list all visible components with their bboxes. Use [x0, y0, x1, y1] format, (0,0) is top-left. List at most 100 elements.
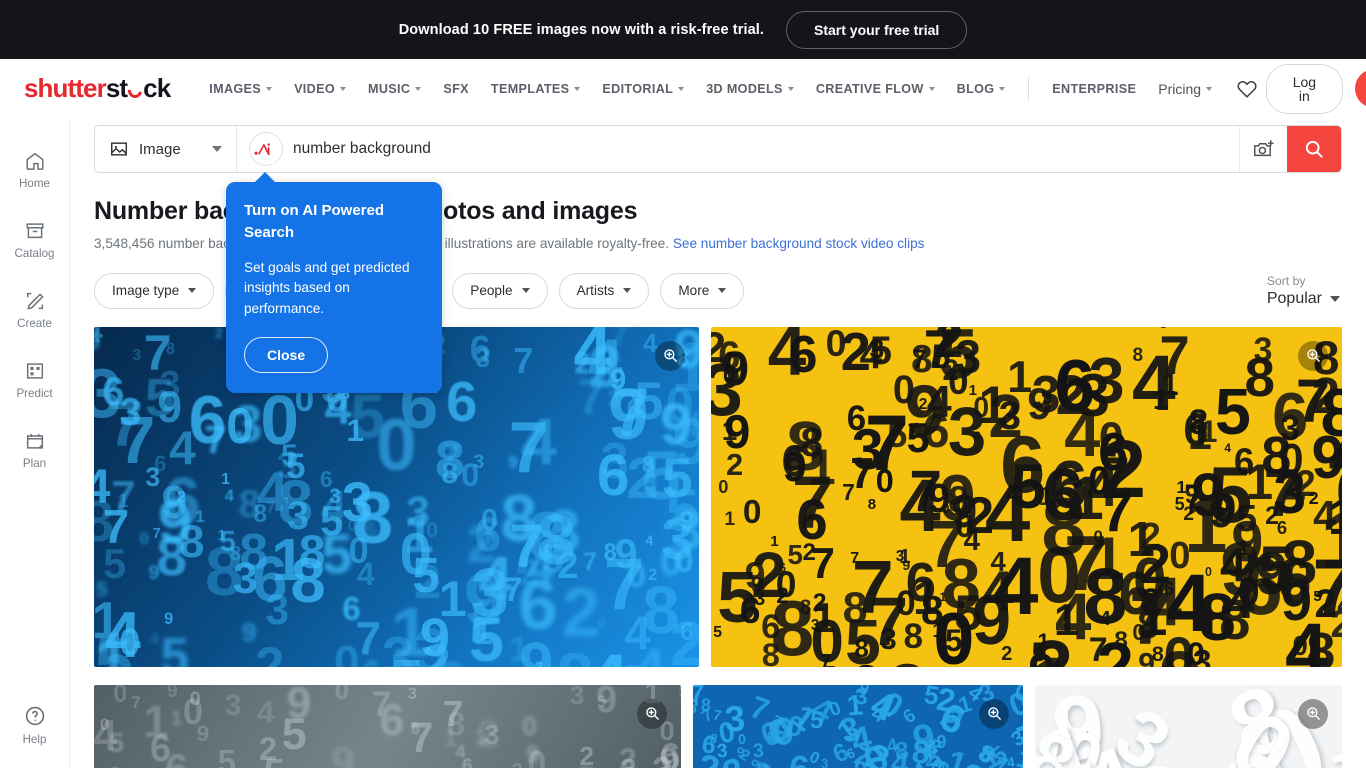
- sidebar-item-label: Plan: [22, 457, 47, 470]
- ai-search-tooltip: Turn on AI Powered Search Set goals and …: [226, 171, 442, 394]
- magnify-plus-icon: [645, 707, 659, 720]
- chevron-down-icon: [1330, 295, 1340, 302]
- nav-item-3d-models[interactable]: 3D MODELS: [695, 82, 805, 96]
- filter-label: Image type: [112, 283, 180, 298]
- nav-item-pricing[interactable]: Pricing: [1147, 81, 1223, 97]
- tile-pattern: 0081619566688356043431930349546477040986…: [711, 326, 1342, 667]
- favorites-button[interactable]: [1233, 72, 1260, 106]
- sidebar-item-catalog[interactable]: Catalog: [0, 220, 70, 260]
- nav-item-label: TEMPLATES: [490, 81, 570, 96]
- nav-item-label: ENTERPRISE: [1052, 81, 1137, 96]
- nav-items: IMAGES VIDEO MUSIC SFX TEMPLATES EDITORI…: [198, 82, 1016, 96]
- nav-item-blog[interactable]: BLOG: [946, 82, 1017, 96]
- sidebar-item-label: Home: [19, 177, 50, 190]
- search-type-label: Image: [139, 140, 181, 158]
- magnify-plus-icon: [1306, 349, 1320, 362]
- nav-item-label: BLOG: [956, 81, 995, 96]
- ai-powered-icon: [254, 143, 270, 156]
- nav-item-label: VIDEO: [294, 81, 336, 96]
- tooltip-title: Turn on AI Powered Search: [244, 202, 385, 241]
- result-tile-gray-numbers[interactable]: 0841812170945850315104830589529709704990…: [94, 684, 681, 768]
- left-sidebar: Home Catalog Create Predict Plan Help: [0, 118, 70, 768]
- result-tile-white-numbers[interactable]: 0998255968009203283858476553680484: [1035, 684, 1342, 768]
- nav-item-sfx[interactable]: SFX: [432, 82, 480, 96]
- filter-label: More: [678, 283, 710, 298]
- sidebar-item-plan[interactable]: Plan: [0, 430, 70, 470]
- search-bar: Image: [94, 125, 1342, 173]
- start-free-trial-button[interactable]: Start your free trial: [786, 10, 968, 49]
- sidebar-item-label: Create: [17, 317, 52, 330]
- sidebar-item-label: Help: [22, 733, 47, 746]
- logo-o-icon: [125, 80, 145, 101]
- tile-zoom-button[interactable]: [1298, 340, 1328, 371]
- chevron-down-icon: [718, 288, 727, 294]
- tooltip-close-button[interactable]: Close: [244, 337, 329, 374]
- search-type-dropdown[interactable]: Image: [95, 126, 237, 172]
- magnify-plus-icon: [1306, 707, 1320, 720]
- filter-label: Artists: [576, 283, 615, 298]
- results-grid-row-2: 0841812170945850315104830589529709704990…: [94, 684, 1342, 768]
- tile-zoom-button[interactable]: [1298, 698, 1328, 729]
- camera-plus-icon: [1253, 140, 1274, 157]
- free-trial-button[interactable]: Free t: [1354, 69, 1366, 108]
- filter-people[interactable]: People: [452, 273, 548, 309]
- result-tile-yellow-numbers[interactable]: 0081619566688356043431930349546477040986…: [711, 326, 1342, 667]
- catalog-icon: [25, 223, 44, 239]
- promo-banner: Download 10 FREE images now with a risk-…: [0, 0, 1366, 59]
- tile-zoom-button[interactable]: [637, 698, 667, 729]
- sort-control: Sort by Popular: [1267, 274, 1342, 308]
- nav-item-video[interactable]: VIDEO: [283, 82, 357, 96]
- sort-by-label: Sort by: [1266, 273, 1306, 288]
- chevron-down-icon: [999, 86, 1006, 91]
- sidebar-item-predict[interactable]: Predict: [0, 360, 70, 400]
- nav-item-music[interactable]: MUSIC: [357, 82, 432, 96]
- chevron-down-icon: [415, 86, 422, 91]
- nav-item-images[interactable]: IMAGES: [198, 82, 283, 96]
- filter-artists[interactable]: Artists: [558, 273, 650, 309]
- nav-item-label: MUSIC: [368, 81, 411, 96]
- filter-more[interactable]: More: [660, 273, 745, 309]
- filter-image-type[interactable]: Image type: [94, 273, 215, 309]
- ai-search-toggle-button[interactable]: [249, 132, 283, 166]
- sidebar-item-home[interactable]: Home: [0, 150, 70, 190]
- login-button[interactable]: Log in: [1266, 63, 1343, 114]
- video-clips-link[interactable]: See number background stock video clips: [673, 236, 925, 251]
- chevron-down-icon: [212, 146, 222, 152]
- tile-pattern: 0998255968009203283858476553680484: [1035, 684, 1342, 768]
- sort-dropdown[interactable]: Popular: [1267, 290, 1340, 308]
- nav-item-enterprise[interactable]: ENTERPRISE: [1041, 82, 1147, 96]
- sidebar-item-label: Catalog: [14, 247, 55, 260]
- nav-divider: [1028, 75, 1030, 102]
- nav-item-editorial[interactable]: EDITORIAL: [591, 82, 695, 96]
- magnify-plus-icon: [987, 707, 1001, 720]
- sidebar-item-label: Predict: [16, 387, 53, 400]
- sort-value-label: Popular: [1266, 289, 1322, 307]
- help-circle-icon: [25, 706, 44, 726]
- main-navbar: shutter st ck IMAGES VIDEO MUSIC SFX TEMPL…: [0, 59, 1366, 118]
- create-pencil-icon: [26, 292, 44, 310]
- visual-search-button[interactable]: [1239, 126, 1287, 172]
- sidebar-item-help[interactable]: Help: [0, 704, 70, 746]
- sidebar-item-create[interactable]: Create: [0, 290, 70, 330]
- search-submit-button[interactable]: [1287, 126, 1341, 172]
- tooltip-body: Set goals and get predicted insights bas…: [244, 259, 410, 316]
- nav-item-creative-flow[interactable]: CREATIVE FLOW: [805, 82, 946, 96]
- search-input[interactable]: [293, 140, 1239, 158]
- nav-item-templates[interactable]: TEMPLATES: [480, 82, 591, 96]
- shutterstock-logo[interactable]: shutter st ck: [24, 73, 171, 104]
- result-tile-blue-pattern[interactable]: 0706973601373927395833860349916049202375…: [693, 684, 1023, 768]
- nav-right-group: ENTERPRISE Pricing Log in Free t: [1016, 63, 1366, 114]
- chevron-down-icon: [521, 288, 530, 294]
- heart-icon: [1237, 80, 1257, 98]
- filter-label: People: [470, 283, 513, 298]
- chevron-down-icon: [266, 86, 273, 91]
- nav-item-label: Pricing: [1158, 80, 1202, 97]
- chevron-down-icon: [574, 86, 581, 91]
- chevron-down-icon: [787, 86, 794, 91]
- tile-zoom-button[interactable]: [979, 698, 1009, 729]
- nav-item-label: 3D MODELS: [706, 81, 783, 96]
- chevron-down-icon: [623, 288, 632, 294]
- tile-zoom-button[interactable]: [655, 340, 686, 371]
- logo-text-part3: ck: [143, 73, 171, 103]
- nav-item-label: EDITORIAL: [602, 81, 674, 96]
